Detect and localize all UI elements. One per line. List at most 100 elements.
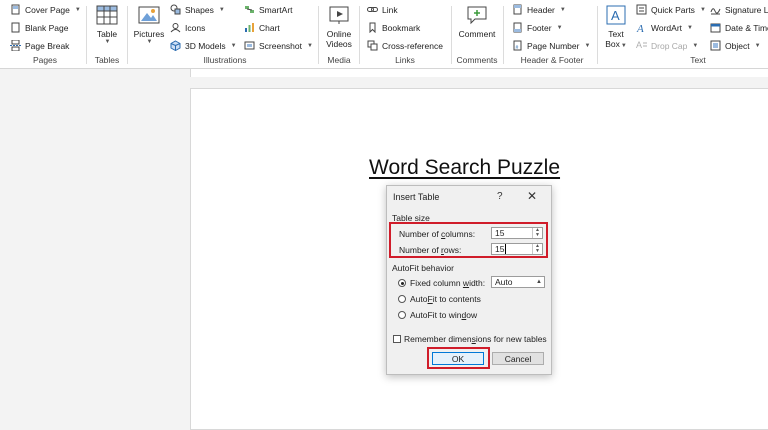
link-button[interactable]: Link [367, 4, 398, 15]
calendar-icon [710, 22, 721, 33]
object-button[interactable]: Object ▼ [710, 40, 761, 51]
remember-checkbox[interactable] [393, 335, 401, 343]
blank-page-button[interactable]: Blank Page [10, 22, 68, 33]
media-group-label: Media [327, 55, 351, 65]
shapes-icon [170, 4, 181, 15]
screenshot-icon [244, 40, 255, 51]
cross-reference-button[interactable]: Cross-reference [367, 40, 443, 51]
tables-group-label: Tables [94, 55, 120, 65]
text-cursor [505, 244, 507, 254]
cube-icon [170, 40, 181, 52]
date-time-button[interactable]: Date & Time [710, 22, 768, 33]
drop-cap-icon: A [636, 40, 647, 51]
chevron-down-icon: ▼ [104, 39, 111, 45]
text-box-icon: A [605, 4, 627, 26]
divider [503, 6, 504, 64]
shapes-button[interactable]: Shapes ▼ [170, 4, 225, 15]
object-icon [710, 40, 721, 51]
insert-table-dialog: Insert Table ? ✕ Table size Number of co… [386, 185, 552, 375]
columns-label: Number of columns: [399, 229, 476, 239]
arrow-down-icon: ▼ [535, 248, 540, 254]
online-videos-button[interactable]: Online Videos [323, 4, 355, 49]
picture-icon [138, 4, 160, 26]
text-box-button[interactable]: A Text Box▼ [602, 4, 630, 49]
divider [318, 6, 319, 64]
chart-button[interactable]: Chart [244, 22, 280, 33]
columns-stepper[interactable]: ▲ ▼ [532, 228, 542, 238]
svg-text:A: A [636, 40, 642, 50]
illustrations-group-label: Illustrations [203, 55, 247, 65]
footer-button[interactable]: Footer ▼ [512, 22, 563, 33]
pictures-button[interactable]: Pictures ▼ [132, 4, 166, 45]
divider [597, 6, 598, 64]
autofit-window-label: AutoFit to window [410, 310, 478, 320]
link-icon [367, 4, 378, 15]
cover-page-button[interactable]: Cover Page ▼ [10, 4, 81, 15]
remember-label: Remember dimensions for new tables [404, 334, 547, 344]
table-icon [96, 4, 118, 26]
comments-group-label: Comments [456, 55, 498, 65]
screenshot-button[interactable]: Screenshot ▼ [244, 40, 313, 51]
page-number-button[interactable]: # Page Number ▼ [512, 40, 590, 51]
divider [359, 6, 360, 64]
comment-icon [466, 4, 488, 26]
icons-button[interactable]: Icons [170, 22, 205, 33]
page-break-icon [10, 39, 21, 52]
bookmark-button[interactable]: Bookmark [367, 22, 420, 34]
smartart-icon [244, 4, 255, 15]
footer-icon [512, 22, 523, 33]
wordart-button[interactable]: A WordArt ▼ [636, 22, 693, 36]
ok-button[interactable]: OK [432, 352, 484, 365]
drop-cap-button[interactable]: A Drop Cap ▼ [636, 40, 698, 51]
rows-stepper[interactable]: ▲ ▼ [532, 244, 542, 254]
rows-spinner[interactable]: 15 ▲ ▼ [491, 243, 543, 255]
fixed-width-combo[interactable]: Auto ▲ [491, 276, 545, 288]
help-button[interactable]: ? [497, 191, 503, 202]
svg-text:#: # [516, 45, 519, 51]
previous-page-bottom [190, 69, 768, 77]
autofit-window-radio[interactable] [398, 311, 406, 319]
quick-parts-icon [636, 4, 647, 15]
icons-icon [170, 22, 181, 33]
divider [451, 6, 452, 64]
quick-parts-button[interactable]: Quick Parts ▼ [636, 4, 706, 15]
wordart-icon: A [636, 22, 647, 35]
document-title[interactable]: Word Search Puzzle [369, 156, 560, 180]
ribbon: Cover Page ▼ Blank Page Page Break Pages … [0, 0, 768, 69]
pages-group-label: Pages [32, 55, 58, 65]
fixed-width-label: Fixed column width: [410, 278, 486, 288]
cancel-button[interactable]: Cancel [492, 352, 544, 365]
text-group-label: Text [690, 55, 706, 65]
header-icon [512, 4, 523, 15]
divider [127, 6, 128, 64]
rows-value: 15 [495, 244, 505, 254]
columns-value: 15 [495, 228, 505, 238]
video-icon [328, 4, 350, 26]
cross-reference-icon [367, 40, 378, 51]
columns-spinner[interactable]: 15 ▲ ▼ [491, 227, 543, 239]
comment-button[interactable]: Comment [456, 4, 498, 39]
table-button[interactable]: Table ▼ [92, 4, 122, 45]
page-break-button[interactable]: Page Break [10, 39, 69, 52]
cover-page-icon [10, 4, 21, 15]
blank-page-icon [10, 22, 21, 33]
chart-icon [244, 22, 255, 33]
links-group-label: Links [395, 55, 415, 65]
fixed-width-radio[interactable] [398, 279, 406, 287]
close-button[interactable]: ✕ [527, 189, 537, 203]
divider [86, 6, 87, 64]
chevron-down-icon: ▼ [146, 39, 153, 45]
header-button[interactable]: Header ▼ [512, 4, 566, 15]
3d-models-button[interactable]: 3D Models ▼ [170, 40, 237, 52]
bookmark-icon [367, 22, 378, 34]
signature-line-button[interactable]: Signature Li [710, 4, 768, 15]
autofit-contents-radio[interactable] [398, 295, 406, 303]
chevron-down-icon: ▲ [536, 279, 542, 285]
smartart-button[interactable]: SmartArt [244, 4, 293, 15]
header-footer-group-label: Header & Footer [520, 55, 584, 65]
signature-icon [710, 4, 721, 15]
arrow-down-icon: ▼ [535, 232, 540, 238]
table-size-section-label: Table size [392, 213, 430, 223]
rows-label: Number of rows: [399, 245, 462, 255]
page-number-icon: # [512, 40, 523, 51]
